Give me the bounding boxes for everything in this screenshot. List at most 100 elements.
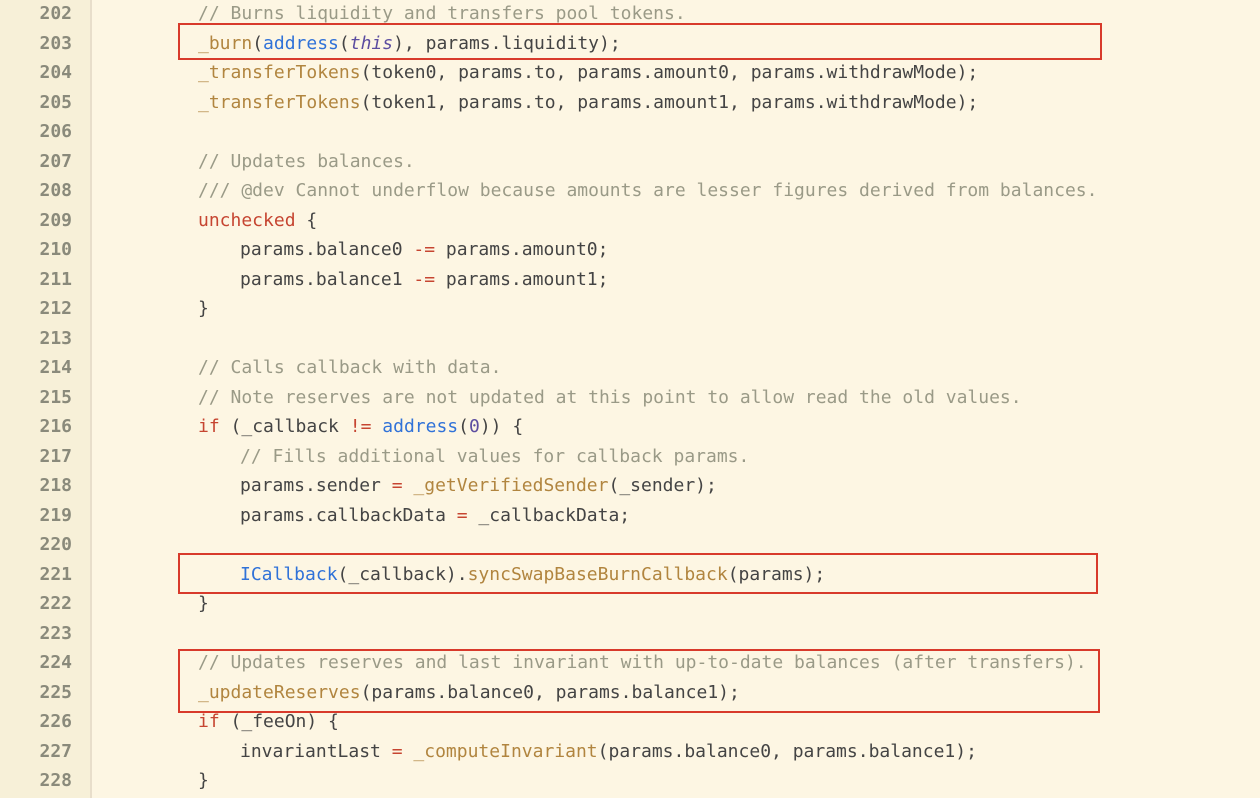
- token-comment: // Updates reserves and last invariant w…: [198, 652, 1087, 673]
- code-area: // Burns liquidity and transfers pool to…: [92, 0, 1260, 798]
- code-line: params.balance0 -= params.amount0;: [92, 235, 1260, 265]
- token-op: =: [457, 505, 468, 526]
- token-plain: params.balance0: [240, 239, 413, 260]
- token-type: ICallback: [240, 564, 338, 585]
- line-number: 204: [12, 58, 72, 88]
- line-number: 203: [12, 29, 72, 59]
- token-plain: (params);: [728, 564, 826, 585]
- token-fn: _transferTokens: [198, 62, 361, 83]
- line-number: 226: [12, 707, 72, 737]
- code-line: // Updates reserves and last invariant w…: [92, 648, 1260, 678]
- code-line: }: [92, 294, 1260, 324]
- code-line: // Note reserves are not updated at this…: [92, 383, 1260, 413]
- token-kw: if: [198, 416, 220, 437]
- token-comment: // Calls callback with data.: [198, 357, 501, 378]
- code-line: _burn(address(this), params.liquidity);: [92, 29, 1260, 59]
- code-line: _transferTokens(token1, params.to, param…: [92, 88, 1260, 118]
- token-kw: unchecked: [198, 210, 296, 231]
- code-line: /// @dev Cannot underflow because amount…: [92, 176, 1260, 206]
- token-comment: // Burns liquidity and transfers pool to…: [198, 3, 686, 24]
- token-comment: // Note reserves are not updated at this…: [198, 387, 1022, 408]
- token-comment: // Updates balances.: [198, 151, 415, 172]
- token-plain: params.sender: [240, 475, 392, 496]
- line-number: 208: [12, 176, 72, 206]
- code-line: // Calls callback with data.: [92, 353, 1260, 383]
- token-plain: params.callbackData: [240, 505, 457, 526]
- code-line: if (_feeOn) {: [92, 707, 1260, 737]
- code-line: params.sender = _getVerifiedSender(_send…: [92, 471, 1260, 501]
- line-number: 228: [12, 766, 72, 796]
- code-line: // Burns liquidity and transfers pool to…: [92, 0, 1260, 29]
- code-line: // Updates balances.: [92, 147, 1260, 177]
- line-number: 214: [12, 353, 72, 383]
- token-plain: (params.balance0, params.balance1);: [598, 741, 977, 762]
- token-plain: (_feeOn) {: [220, 711, 339, 732]
- token-op: =: [392, 475, 403, 496]
- code-line: if (_callback != address(0)) {: [92, 412, 1260, 442]
- token-fn: syncSwapBaseBurnCallback: [468, 564, 728, 585]
- code-line: }: [92, 766, 1260, 796]
- token-fn: _burn: [198, 33, 252, 54]
- token-plain: }: [198, 298, 209, 319]
- token-plain: (_callback: [220, 416, 350, 437]
- line-number: 219: [12, 501, 72, 531]
- token-plain: ), params.liquidity);: [393, 33, 621, 54]
- token-plain: (: [458, 416, 469, 437]
- token-plain: params.balance1: [240, 269, 413, 290]
- token-fn: _getVerifiedSender: [413, 475, 608, 496]
- line-number: 218: [12, 471, 72, 501]
- token-fn: _computeInvariant: [413, 741, 597, 762]
- line-number: 220: [12, 530, 72, 560]
- token-this: this: [350, 33, 393, 54]
- token-plain: (: [339, 33, 350, 54]
- token-plain: _callbackData;: [468, 505, 631, 526]
- line-number: 215: [12, 383, 72, 413]
- token-kw: if: [198, 711, 220, 732]
- token-plain: (_callback).: [338, 564, 468, 585]
- code-line: ICallback(_callback).syncSwapBaseBurnCal…: [92, 560, 1260, 590]
- line-number: 212: [12, 294, 72, 324]
- token-plain: (token0, params.to, params.amount0, para…: [361, 62, 979, 83]
- token-plain: [403, 475, 414, 496]
- code-line: _transferTokens(token0, params.to, param…: [92, 58, 1260, 88]
- line-number: 211: [12, 265, 72, 295]
- line-number: 210: [12, 235, 72, 265]
- line-number: 216: [12, 412, 72, 442]
- line-number: 227: [12, 737, 72, 767]
- token-plain: (params.balance0, params.balance1);: [361, 682, 740, 703]
- line-number: 217: [12, 442, 72, 472]
- line-number: 221: [12, 560, 72, 590]
- token-plain: (token1, params.to, params.amount1, para…: [361, 92, 979, 113]
- line-number: 213: [12, 324, 72, 354]
- line-number: 223: [12, 619, 72, 649]
- code-line: // Fills additional values for callback …: [92, 442, 1260, 472]
- token-plain: invariantLast: [240, 741, 392, 762]
- code-line: _updateReserves(params.balance0, params.…: [92, 678, 1260, 708]
- line-number-gutter: 2022032042052062072082092102112122132142…: [0, 0, 92, 798]
- token-comment: /// @dev Cannot underflow because amount…: [198, 180, 1097, 201]
- line-number: 206: [12, 117, 72, 147]
- token-type: address: [263, 33, 339, 54]
- token-plain: (_sender);: [608, 475, 716, 496]
- token-op: !=: [350, 416, 372, 437]
- line-number: 207: [12, 147, 72, 177]
- line-number: 205: [12, 88, 72, 118]
- token-plain: params.amount1;: [435, 269, 608, 290]
- token-op: -=: [413, 239, 435, 260]
- code-line: params.callbackData = _callbackData;: [92, 501, 1260, 531]
- line-number: 225: [12, 678, 72, 708]
- token-plain: }: [198, 770, 209, 791]
- token-type: address: [382, 416, 458, 437]
- token-plain: [371, 416, 382, 437]
- code-viewport: 2022032042052062072082092102112122132142…: [0, 0, 1260, 798]
- token-op: -=: [413, 269, 435, 290]
- token-plain: [403, 741, 414, 762]
- token-plain: {: [296, 210, 318, 231]
- code-line: unchecked {: [92, 206, 1260, 236]
- token-plain: )) {: [480, 416, 523, 437]
- token-comment: // Fills additional values for callback …: [240, 446, 749, 467]
- code-line: invariantLast = _computeInvariant(params…: [92, 737, 1260, 767]
- code-line: }: [92, 589, 1260, 619]
- token-plain: }: [198, 593, 209, 614]
- code-line: params.balance1 -= params.amount1;: [92, 265, 1260, 295]
